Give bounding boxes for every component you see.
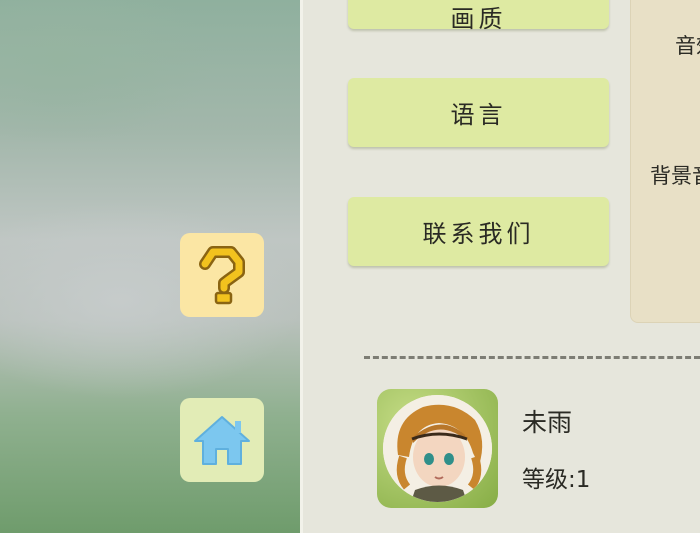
help-button[interactable]: [180, 233, 264, 317]
sound-effect-label: 音效: [675, 34, 700, 58]
character-portrait-icon: [383, 395, 492, 502]
contact-us-button[interactable]: 联系我们: [348, 197, 609, 266]
language-button-label: 语言: [450, 101, 507, 129]
contact-us-button-label: 联系我们: [422, 220, 535, 248]
background-music-label: 背景音乐: [650, 164, 700, 188]
player-avatar[interactable]: [377, 389, 498, 508]
question-mark-icon: [199, 246, 245, 305]
home-icon: [194, 416, 250, 465]
graphics-button-label: 画质: [450, 5, 507, 33]
graphics-button[interactable]: 画质: [348, 0, 609, 33]
language-button[interactable]: 语言: [348, 78, 609, 147]
player-name: 未雨: [522, 408, 573, 437]
section-divider: [364, 356, 700, 359]
player-level: 等级:1: [522, 467, 591, 493]
home-button[interactable]: [180, 398, 264, 482]
